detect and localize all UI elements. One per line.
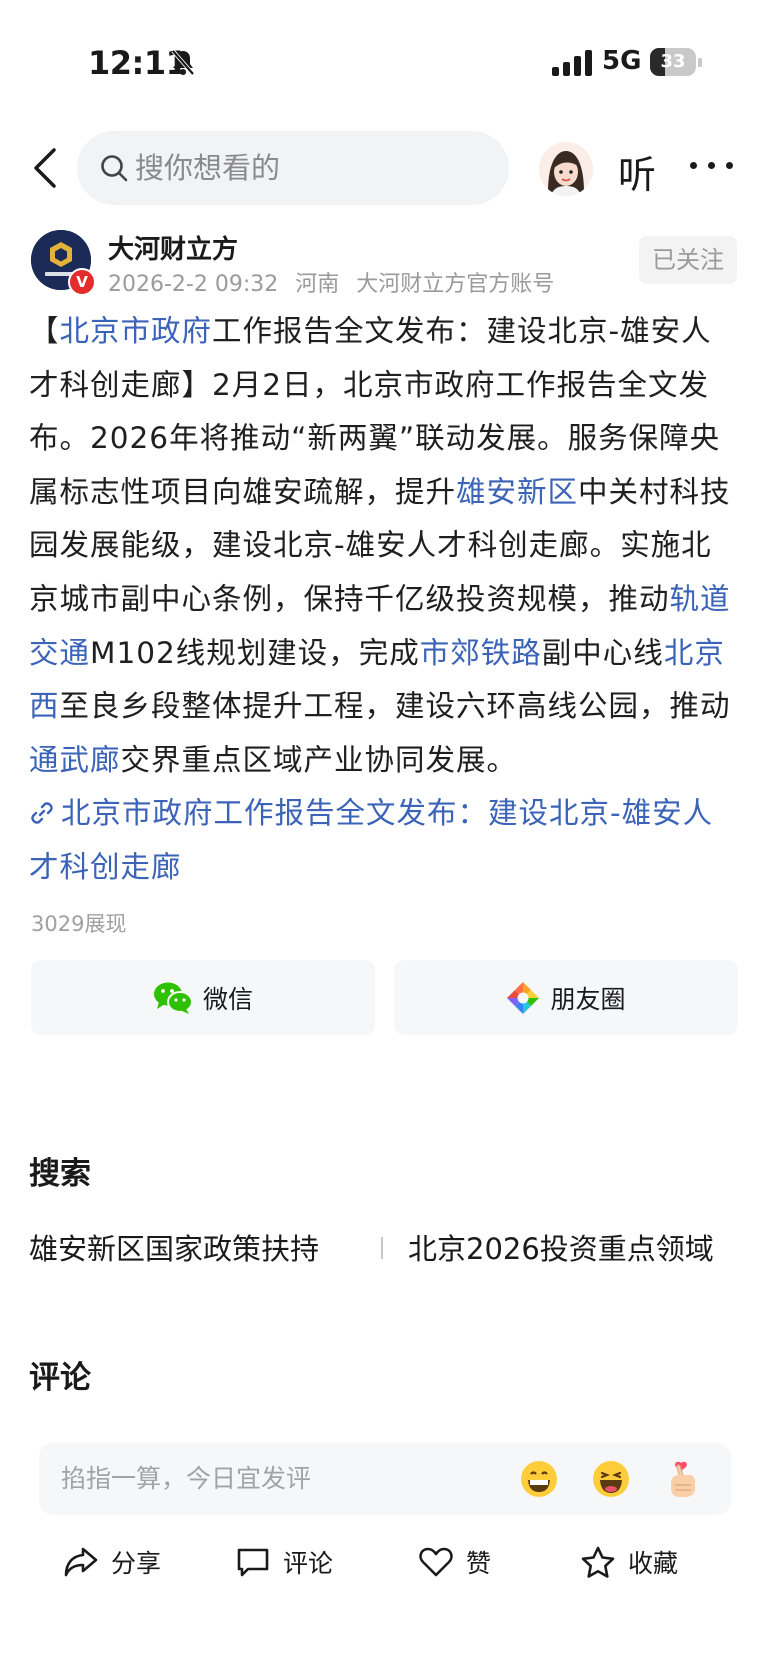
finger-heart-icon[interactable] xyxy=(663,1459,703,1499)
source-link[interactable]: 北京市政府工作报告全文发布：建设北京-雄安人才科创走廊 xyxy=(29,796,713,884)
article-body: 【北京市政府工作报告全文发布：建设北京-雄安人才科创走廊】2月2日，北京市政府工… xyxy=(29,305,741,895)
favorite-button[interactable]: 收藏 xyxy=(580,1540,678,1584)
inline-link[interactable]: 雄安新区 xyxy=(456,475,578,509)
suggestion-divider xyxy=(381,1237,383,1259)
signal-icon xyxy=(552,50,592,76)
network-type: 5G xyxy=(602,46,642,76)
search-suggestion[interactable]: 北京2026投资重点领域 xyxy=(408,1226,714,1268)
assistant-avatar-icon xyxy=(539,142,593,196)
share-button[interactable]: 分享 xyxy=(63,1540,161,1584)
bell-muted-icon xyxy=(171,49,195,76)
moments-icon xyxy=(507,981,540,1014)
inline-link[interactable]: 北京市政府 xyxy=(60,314,213,348)
star-icon xyxy=(581,1546,615,1578)
view-count: 3029展现 xyxy=(31,912,127,936)
wechat-icon xyxy=(153,982,193,1014)
inline-link[interactable]: 通武廊 xyxy=(29,743,121,777)
author-name[interactable]: 大河财立方 xyxy=(108,229,238,266)
comment-placeholder: 掐指一算，今日宜发评 xyxy=(61,1464,312,1493)
share-label: 分享 xyxy=(111,1549,162,1578)
comment-label: 评论 xyxy=(283,1549,334,1578)
avatar[interactable] xyxy=(539,142,593,196)
battery-indicator: 33 xyxy=(650,48,702,76)
link-icon xyxy=(31,802,53,824)
account-type: 大河财立方官方账号 xyxy=(356,272,555,297)
listen-button[interactable]: 听 xyxy=(618,144,656,199)
share-wechat-button[interactable]: 微信 xyxy=(31,960,375,1035)
comment-input[interactable]: 掐指一算，今日宜发评 xyxy=(39,1443,731,1515)
more-options-icon[interactable] xyxy=(690,160,734,172)
comments-section-title: 评论 xyxy=(29,1360,91,1396)
favorite-label: 收藏 xyxy=(628,1549,679,1578)
battery-level: 33 xyxy=(660,51,686,72)
back-arrow-icon[interactable] xyxy=(28,146,64,190)
article-text-segment: 交界重点区域产业协同发展。 xyxy=(120,742,518,777)
wechat-label: 微信 xyxy=(202,984,253,1014)
laughing-face-icon[interactable] xyxy=(591,1459,631,1499)
moments-label: 朋友圈 xyxy=(550,984,626,1014)
like-button[interactable]: 赞 xyxy=(418,1540,491,1584)
verified-badge: V xyxy=(68,268,96,296)
search-suggestion[interactable]: 雄安新区国家政策扶持 xyxy=(29,1226,319,1268)
post-date: 2026-2-2 09:32 xyxy=(108,272,279,297)
grinning-face-icon[interactable] xyxy=(519,1459,559,1499)
like-label: 赞 xyxy=(466,1549,492,1578)
post-region: 河南 xyxy=(295,272,340,297)
follow-button[interactable]: 已关注 xyxy=(639,236,737,284)
share-icon xyxy=(64,1547,98,1577)
article-text-segment: 至良乡段整体提升工程，建设六环高线公园，推动 xyxy=(59,689,731,724)
post-meta: 2026-2-2 09:32 河南 大河财立方官方账号 xyxy=(108,266,564,298)
search-icon xyxy=(101,155,128,182)
article-text-segment: 【 xyxy=(29,314,60,348)
article-text-segment: M102线规划建设，完成 xyxy=(90,635,420,670)
comment-button[interactable]: 评论 xyxy=(235,1540,333,1584)
search-placeholder: 搜你想看的 xyxy=(135,151,281,185)
inline-link[interactable]: 市郊铁路 xyxy=(420,636,542,670)
share-moments-button[interactable]: 朋友圈 xyxy=(394,960,738,1035)
comment-icon xyxy=(237,1548,269,1577)
search-section-title: 搜索 xyxy=(29,1156,91,1192)
article-text-segment: 副中心线 xyxy=(541,635,664,670)
article-text: 【北京市政府工作报告全文发布：建设北京-雄安人才科创走廊】2月2日，北京市政府工… xyxy=(29,314,731,777)
heart-icon xyxy=(419,1547,453,1577)
source-link-text[interactable]: 北京市政府工作报告全文发布：建设北京-雄安人才科创走廊 xyxy=(29,796,713,884)
search-bar[interactable]: 搜你想看的 xyxy=(77,131,509,205)
